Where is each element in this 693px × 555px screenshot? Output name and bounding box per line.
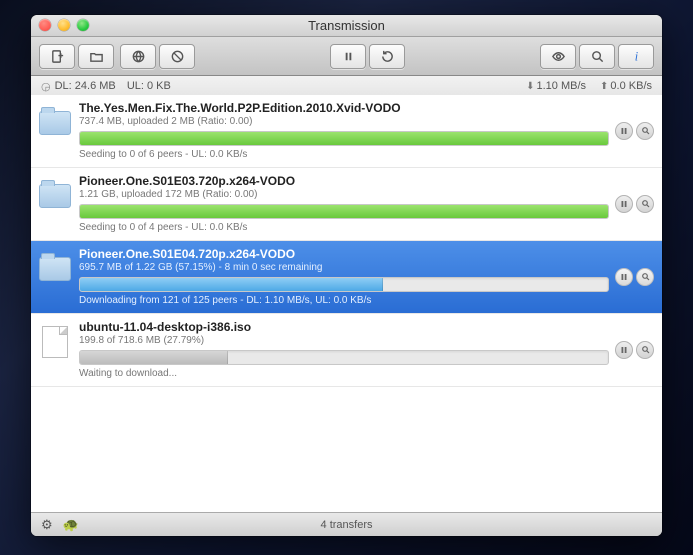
torrent-body: Pioneer.One.S01E04.720p.x264-VODO695.7 M…: [79, 247, 609, 306]
row-controls: [615, 195, 654, 213]
torrent-subtitle: 695.7 MB of 1.22 GB (57.15%) - 8 min 0 s…: [79, 262, 609, 273]
open-file-button[interactable]: [78, 44, 114, 69]
reveal-button[interactable]: [636, 268, 654, 286]
remove-button[interactable]: [159, 44, 195, 69]
dl-total: DL: 24.6 MB: [55, 80, 116, 92]
torrent-subtitle: 199.8 of 718.6 MB (27.79%): [79, 335, 609, 346]
progress-bar: [79, 131, 609, 146]
ratio-icon: ◶: [41, 80, 51, 93]
torrent-body: ubuntu-11.04-desktop-i386.iso199.8 of 71…: [79, 320, 609, 379]
traffic-lights: [39, 19, 89, 31]
folder-icon: [39, 257, 71, 281]
ul-rate: ⬆0.0 KB/s: [600, 80, 652, 92]
pause-all-button[interactable]: [330, 44, 366, 69]
svg-text:i: i: [634, 49, 638, 63]
progress-bar: [79, 204, 609, 219]
torrent-icon: [39, 180, 71, 212]
ul-total: UL: 0 KB: [127, 80, 171, 92]
file-icon: [42, 326, 68, 358]
torrent-icon: [39, 253, 71, 285]
torrent-row[interactable]: ubuntu-11.04-desktop-i386.iso199.8 of 71…: [31, 314, 662, 387]
down-arrow-icon: ⬇: [526, 81, 534, 92]
folder-icon: [39, 111, 71, 135]
torrent-row[interactable]: Pioneer.One.S01E04.720p.x264-VODO695.7 M…: [31, 241, 662, 314]
folder-icon: [39, 184, 71, 208]
torrent-row[interactable]: The.Yes.Men.Fix.The.World.P2P.Edition.20…: [31, 95, 662, 168]
torrent-status: Seeding to 0 of 6 peers - UL: 0.0 KB/s: [79, 149, 609, 160]
progress-bar: [79, 277, 609, 292]
pause-button[interactable]: [615, 122, 633, 140]
titlebar[interactable]: Transmission: [31, 15, 662, 37]
torrent-title: Pioneer.One.S01E03.720p.x264-VODO: [79, 174, 609, 188]
torrent-title: ubuntu-11.04-desktop-i386.iso: [79, 320, 609, 334]
torrent-body: The.Yes.Men.Fix.The.World.P2P.Edition.20…: [79, 101, 609, 160]
bottom-bar: ⚙ 🐢 4 transfers: [31, 512, 662, 536]
torrent-list[interactable]: The.Yes.Men.Fix.The.World.P2P.Edition.20…: [31, 95, 662, 513]
torrent-status: Seeding to 0 of 4 peers - UL: 0.0 KB/s: [79, 222, 609, 233]
torrent-subtitle: 1.21 GB, uploaded 172 MB (Ratio: 0.00): [79, 189, 609, 200]
stats-bar: ◶ DL: 24.6 MB UL: 0 KB ⬇1.10 MB/s ⬆0.0 K…: [31, 76, 662, 97]
row-controls: [615, 268, 654, 286]
create-torrent-button[interactable]: [39, 44, 75, 69]
window-title: Transmission: [308, 18, 385, 33]
progress-fill: [80, 205, 609, 218]
pause-button[interactable]: [615, 341, 633, 359]
filter-button[interactable]: [579, 44, 615, 69]
dl-rate: ⬇1.10 MB/s: [526, 80, 586, 92]
reveal-button[interactable]: [636, 341, 654, 359]
reveal-button[interactable]: [636, 122, 654, 140]
toolbar: i: [31, 37, 662, 76]
pause-button[interactable]: [615, 195, 633, 213]
open-url-button[interactable]: [120, 44, 156, 69]
torrent-body: Pioneer.One.S01E03.720p.x264-VODO1.21 GB…: [79, 174, 609, 233]
quicklook-button[interactable]: [540, 44, 576, 69]
pause-button[interactable]: [615, 268, 633, 286]
minimize-button[interactable]: [58, 19, 70, 31]
torrent-subtitle: 737.4 MB, uploaded 2 MB (Ratio: 0.00): [79, 116, 609, 127]
torrent-title: The.Yes.Men.Fix.The.World.P2P.Edition.20…: [79, 101, 609, 115]
torrent-row[interactable]: Pioneer.One.S01E03.720p.x264-VODO1.21 GB…: [31, 168, 662, 241]
torrent-icon: [39, 326, 71, 358]
row-controls: [615, 341, 654, 359]
progress-fill: [80, 351, 228, 364]
reveal-button[interactable]: [636, 195, 654, 213]
progress-fill: [80, 132, 609, 145]
close-button[interactable]: [39, 19, 51, 31]
app-window: Transmission i ◶ DL: 24.6 MB UL: 0 KB ⬇1…: [31, 15, 662, 536]
zoom-button[interactable]: [77, 19, 89, 31]
torrent-title: Pioneer.One.S01E04.720p.x264-VODO: [79, 247, 609, 261]
torrent-status: Waiting to download...: [79, 368, 609, 379]
torrent-icon: [39, 107, 71, 139]
up-arrow-icon: ⬆: [600, 81, 608, 92]
resume-all-button[interactable]: [369, 44, 405, 69]
row-controls: [615, 122, 654, 140]
transfer-count: 4 transfers: [31, 519, 662, 531]
progress-bar: [79, 350, 609, 365]
torrent-status: Downloading from 121 of 125 peers - DL: …: [79, 295, 609, 306]
inspector-button[interactable]: i: [618, 44, 654, 69]
progress-fill: [80, 278, 383, 291]
